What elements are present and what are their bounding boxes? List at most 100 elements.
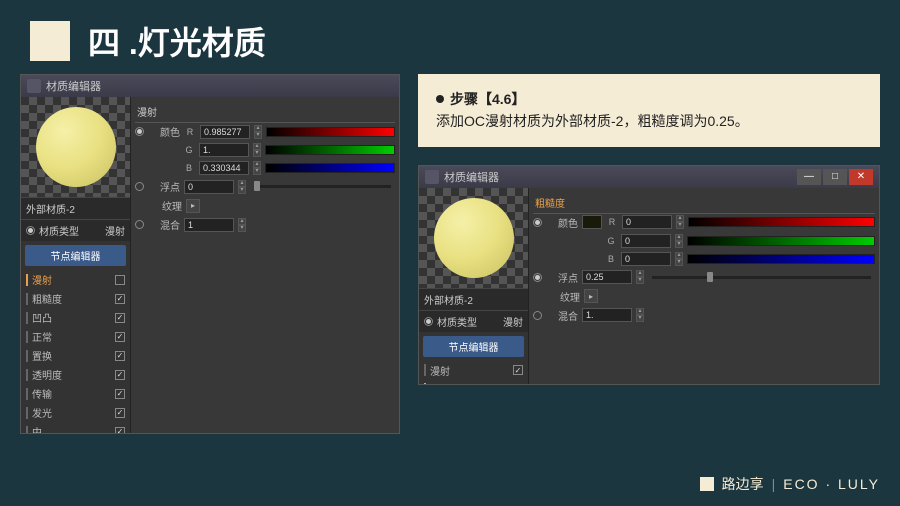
texture-picker[interactable]: ▸ [186,199,200,213]
float-input[interactable] [582,270,632,284]
g-slider[interactable] [265,145,395,155]
checkbox-icon[interactable]: ✓ [115,408,125,418]
g-input[interactable] [621,234,671,248]
prop-label: 凹凸 [32,310,52,325]
b-slider[interactable] [687,254,875,264]
instruction-box: 步骤【4.6】 添加OC漫射材质为外部材质-2，粗糙度调为0.25。 [418,74,880,147]
section-title: 漫射 [135,101,395,122]
r-slider[interactable] [266,127,395,137]
property-row[interactable]: 凹凸 ✓ [21,308,130,327]
b-input[interactable] [621,252,671,266]
titlebar[interactable]: 材质编辑器 [21,75,399,97]
property-row[interactable]: 粗糙度✓ [21,289,130,308]
page-title: 四 .灯光材质 [88,18,266,64]
radio-icon[interactable] [135,220,144,229]
property-row[interactable]: 漫射 [21,270,130,289]
b-input[interactable] [199,161,249,175]
material-name-field[interactable]: 外部材质-2 [21,197,130,219]
property-row[interactable]: 透明度✓ [21,365,130,384]
g-input[interactable] [199,143,249,157]
brand-2: ECO · LULY [783,476,880,492]
g-slider[interactable] [687,236,875,246]
texture-label: 纹理 [548,289,580,304]
app-icon [27,79,41,93]
node-editor-button[interactable]: 节点编辑器 [25,245,126,266]
property-row[interactable]: 传输 ✓ [21,384,130,403]
material-editor-2: 材质编辑器 — □ ✕ 外部材质-2 材质类型 漫射 节点编辑器 [418,165,880,385]
texture-picker[interactable]: ▸ [584,289,598,303]
r-input[interactable] [200,125,250,139]
g-label: G [183,145,195,155]
checkbox-icon[interactable]: ✓ [115,294,125,304]
float-slider[interactable] [652,276,871,279]
float-input[interactable] [184,180,234,194]
property-row[interactable]: 粗糙度✓ [419,380,528,384]
section-title: 粗糙度 [533,192,875,213]
titlebar[interactable]: 材质编辑器 — □ ✕ [419,166,879,188]
radio-icon[interactable] [135,127,144,136]
minimize-button[interactable]: — [797,169,821,185]
r-label: R [184,127,196,137]
color-label: 颜色 [148,124,180,139]
prop-label: 传输 [32,386,52,401]
app-icon [425,170,439,184]
material-type-row[interactable]: 材质类型 漫射 [21,219,130,241]
r-slider[interactable] [688,217,875,227]
r-input[interactable] [622,215,672,229]
material-preview[interactable] [419,188,528,288]
prop-label: 置换 [32,348,52,363]
radio-icon [26,226,35,235]
material-type-row[interactable]: 材质类型 漫射 [419,310,528,332]
checkbox-icon[interactable]: ✓ [115,313,125,323]
material-name-field[interactable]: 外部材质-2 [419,288,528,310]
radio-icon[interactable] [135,182,144,191]
mix-input[interactable] [184,218,234,232]
radio-icon[interactable] [533,218,542,227]
mix-input[interactable] [582,308,632,322]
footer-square-icon [700,477,714,491]
footer: 路边享 | ECO · LULY [700,474,880,494]
close-button[interactable]: ✕ [849,169,873,185]
property-row[interactable]: 发光 ✓ [21,403,130,422]
checkbox-icon[interactable]: ✓ [115,427,125,434]
prop-label: 漫射 [32,272,52,287]
checkbox-icon[interactable]: ✓ [115,351,125,361]
window-title: 材质编辑器 [444,169,499,185]
float-slider[interactable] [254,185,391,188]
maximize-button[interactable]: □ [823,169,847,185]
float-label: 浮点 [546,270,578,285]
checkbox-icon[interactable] [115,275,125,285]
float-label: 浮点 [148,179,180,194]
radio-icon[interactable] [533,311,542,320]
material-editor-1: 材质编辑器 外部材质-2 材质类型 漫射 节点编辑器 漫射粗糙度✓凹凸✓正常✓置… [20,74,400,434]
color-swatch[interactable] [582,215,602,229]
property-row[interactable]: 中…✓ [21,422,130,433]
node-editor-button[interactable]: 节点编辑器 [423,336,524,357]
color-label: 颜色 [546,215,578,230]
spin-down[interactable]: ▾ [254,132,262,139]
b-label: B [183,163,195,173]
material-preview[interactable] [21,97,130,197]
texture-label: 纹理 [150,198,182,213]
checkbox-icon[interactable]: ✓ [115,389,125,399]
header-square [30,21,70,61]
prop-label: 正常 [32,329,52,344]
radio-icon[interactable] [533,273,542,282]
window-title: 材质编辑器 [46,78,101,94]
brand-1: 路边享 [722,474,764,494]
b-slider[interactable] [265,163,395,173]
prop-label: 粗糙度 [430,382,460,384]
spin-up[interactable]: ▴ [254,125,262,132]
property-row[interactable]: 正常 ✓ [21,327,130,346]
checkbox-icon[interactable]: ✓ [513,365,523,375]
preview-sphere [36,107,116,187]
checkbox-icon[interactable]: ✓ [115,332,125,342]
checkbox-icon[interactable]: ✓ [115,370,125,380]
prop-label: 漫射 [430,363,450,378]
bullet-icon [436,95,444,103]
step-label: 步骤【4.6】 [450,88,525,110]
property-row[interactable]: 漫射 ✓ [419,361,528,380]
preview-sphere [434,198,514,278]
prop-label: 发光 [32,405,52,420]
property-row[interactable]: 置换 ✓ [21,346,130,365]
